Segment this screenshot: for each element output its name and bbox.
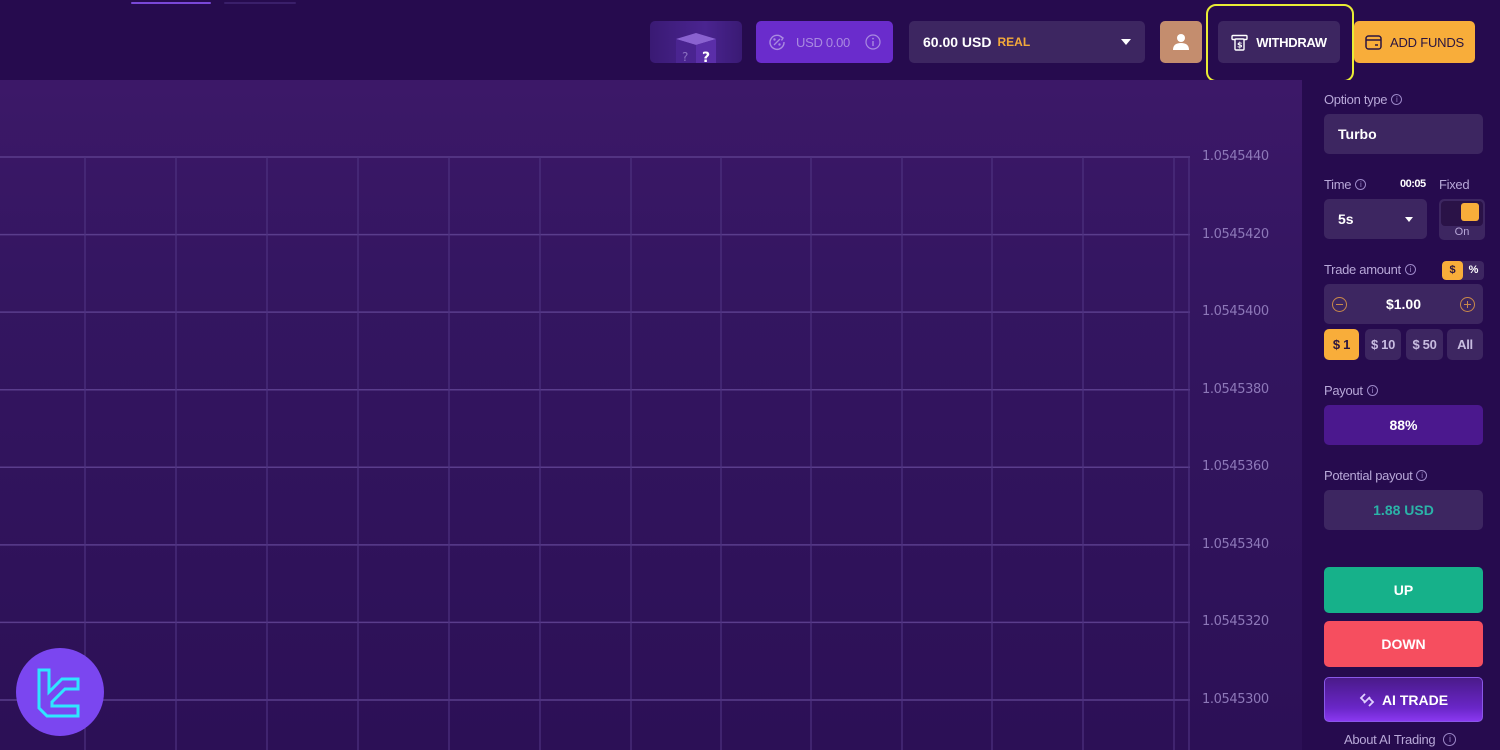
svg-text:?: ?: [702, 50, 710, 63]
unit-dollar[interactable]: $: [1442, 261, 1463, 280]
trade-amount-label: Trade amount i: [1324, 262, 1416, 277]
unit-percent[interactable]: %: [1463, 261, 1484, 280]
y-tick-label: 1.0545320: [1202, 614, 1269, 630]
y-tick-label: 1.0545300: [1202, 692, 1269, 707]
svg-text:$: $: [1237, 40, 1243, 49]
trade-amount-input[interactable]: $1.00: [1324, 284, 1483, 324]
payout-label: Payout i: [1324, 383, 1378, 398]
wallet-card-icon: [1365, 34, 1382, 50]
y-tick-label: 1.0545400: [1202, 304, 1269, 320]
ai-trade-button[interactable]: AI TRADE: [1324, 677, 1483, 722]
caret-down-icon: [1405, 216, 1413, 222]
toggle-knob: [1461, 203, 1479, 221]
caret-down-icon: [1121, 39, 1131, 45]
fixed-label: Fixed: [1439, 177, 1470, 192]
profile-button[interactable]: [1160, 21, 1202, 63]
y-tick-label: 1.0545440: [1202, 149, 1269, 164]
bonus-value: USD 0.00: [796, 34, 850, 50]
info-icon[interactable]: [865, 34, 881, 50]
down-button[interactable]: DOWN: [1324, 621, 1483, 667]
withdraw-atm-icon: $: [1231, 34, 1248, 51]
account-type: REAL: [997, 35, 1031, 49]
mystery-box-button[interactable]: ? ?: [650, 21, 742, 63]
add-funds-label: ADD FUNDS: [1389, 34, 1465, 50]
about-ai-trading-link[interactable]: About AI Trading i: [1344, 732, 1457, 747]
trade-panel: Option type i Turbo Time i 00:05 Fixed 5…: [1302, 80, 1500, 750]
info-icon[interactable]: i: [1391, 94, 1403, 105]
withdraw-label: WITHDRAW: [1256, 34, 1327, 50]
add-funds-button[interactable]: ADD FUNDS: [1354, 21, 1475, 63]
info-icon[interactable]: i: [1416, 470, 1428, 481]
user-icon: [1173, 34, 1189, 50]
chart-grid: [0, 156, 1190, 750]
price-chart[interactable]: 1.0545440 1.0545420 1.0545400 1.0545380 1.05…: [0, 80, 1302, 750]
time-label: Time i: [1324, 177, 1367, 192]
tab-indicator-inactive[interactable]: [224, 2, 296, 4]
payout-value: 88%: [1324, 405, 1483, 445]
account-balance-dropdown[interactable]: 60.00 USD REAL: [909, 21, 1145, 63]
preset-10[interactable]: $ 10: [1365, 329, 1401, 360]
potential-payout-value: 1.88 USD: [1324, 490, 1483, 530]
balance-amount: 60.00 USD: [923, 34, 992, 50]
bonus-balance-button[interactable]: USD 0.00: [756, 21, 893, 63]
ai-link-icon: [1359, 692, 1375, 707]
percent-cycle-icon: [769, 34, 785, 51]
preset-1[interactable]: $ 1: [1324, 329, 1359, 360]
withdraw-button[interactable]: $ WITHDRAW: [1218, 21, 1340, 63]
fixed-toggle[interactable]: On: [1439, 199, 1485, 240]
potential-payout-label: Potential payout i: [1324, 468, 1428, 483]
y-tick-label: 1.0545380: [1202, 381, 1269, 397]
y-tick-label: 1.0545340: [1202, 536, 1269, 552]
y-tick-label: 1.0545360: [1202, 459, 1269, 475]
tab-indicator-active[interactable]: [131, 2, 211, 4]
time-select[interactable]: 5s: [1324, 199, 1427, 239]
up-button[interactable]: UP: [1324, 567, 1483, 613]
svg-text:?: ?: [682, 50, 688, 63]
info-icon[interactable]: i: [1355, 179, 1367, 190]
trade-amount-value: $1.00: [1385, 296, 1422, 312]
info-icon: i: [1443, 733, 1457, 746]
amount-unit-toggle[interactable]: $ %: [1442, 261, 1484, 280]
top-bar: ? ? USD 0.00 60.00 USD REAL $ WITHDRAW A…: [0, 0, 1500, 82]
time-countdown: 00:05: [1400, 178, 1426, 190]
option-type-label: Option type i: [1324, 92, 1403, 107]
toggle-state: On: [1454, 226, 1470, 238]
minus-icon[interactable]: [1332, 296, 1347, 312]
info-icon[interactable]: i: [1366, 385, 1378, 396]
preset-50[interactable]: $ 50: [1406, 329, 1443, 360]
mystery-box-icon: ? ?: [676, 33, 716, 63]
y-tick-label: 1.0545420: [1202, 226, 1269, 242]
option-type-select[interactable]: Turbo: [1324, 114, 1483, 154]
tc-logo: [16, 648, 104, 736]
info-icon[interactable]: i: [1404, 264, 1416, 275]
plus-icon[interactable]: [1459, 296, 1475, 312]
tc-logo-icon: [37, 668, 80, 718]
preset-all[interactable]: All: [1447, 329, 1483, 360]
